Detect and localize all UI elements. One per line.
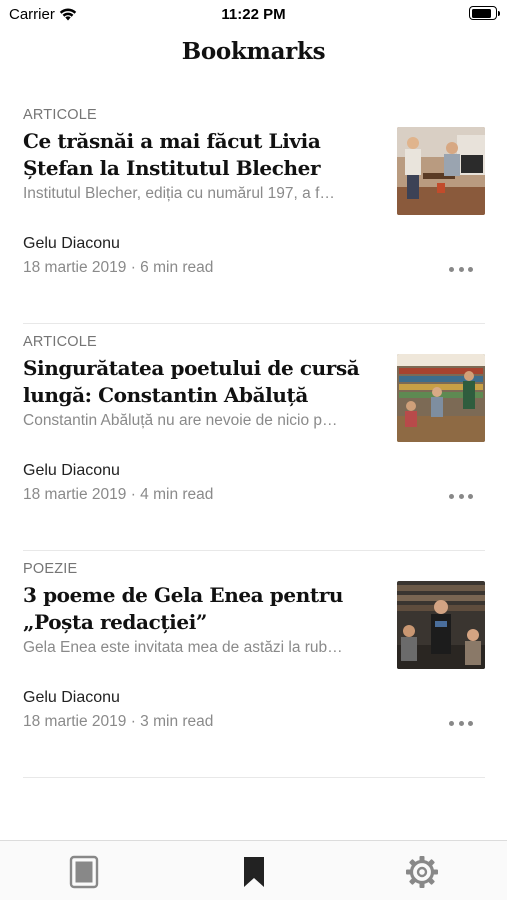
article-category: ARTICOLE [23,334,97,350]
tab-settings[interactable] [402,852,442,892]
article-meta: 18 martie 2019 · 4 min read [23,486,214,503]
article-category: ARTICOLE [23,107,97,123]
article-author[interactable]: Gelu Diaconu [23,689,120,707]
page-title: Bookmarks [181,38,326,65]
article-thumbnail[interactable] [397,354,485,442]
article-excerpt: Constantin Abăluță nu are nevoie de nici… [23,412,338,429]
article-title[interactable]: 3 poeme de Gela Enea pentru „Poșta redac… [23,582,378,636]
article-excerpt: Gela Enea este invitata mea de astăzi la… [23,639,343,656]
tab-bookmarks[interactable] [234,852,274,892]
more-options-icon[interactable] [449,716,473,730]
list-item[interactable]: ARTICOLE Ce trăsnăi a mai făcut Livia Șt… [23,97,485,324]
article-author[interactable]: Gelu Diaconu [23,462,120,480]
status-time: 11:22 PM [221,6,286,23]
bookmarks-list: ARTICOLE Ce trăsnăi a mai făcut Livia Șt… [23,97,485,778]
more-options-icon[interactable] [449,489,473,503]
article-meta: 18 martie 2019 · 3 min read [23,713,214,730]
article-thumbnail[interactable] [397,127,485,215]
bookmark-icon [244,857,264,887]
article-category: POEZIE [23,561,78,577]
article-excerpt: Institutul Blecher, ediția cu numărul 19… [23,185,335,202]
article-meta: 18 martie 2019 · 6 min read [23,259,214,276]
battery-icon [469,6,500,20]
article-title[interactable]: Singurătatea poetului de cursă lungă: Co… [23,355,378,409]
status-bar: Carrier 11:22 PM [0,0,507,28]
article-author[interactable]: Gelu Diaconu [23,235,120,253]
article-title[interactable]: Ce trăsnăi a mai făcut Livia Ștefan la I… [23,128,378,182]
list-item[interactable]: ARTICOLE Singurătatea poetului de cursă … [23,324,485,551]
list-item[interactable]: POEZIE 3 poeme de Gela Enea pentru „Poșt… [23,551,485,778]
feed-icon [69,855,99,889]
more-options-icon[interactable] [449,262,473,276]
tab-bar [0,840,507,900]
gear-icon [406,856,438,888]
article-thumbnail[interactable] [397,581,485,669]
tab-feed[interactable] [64,852,104,892]
